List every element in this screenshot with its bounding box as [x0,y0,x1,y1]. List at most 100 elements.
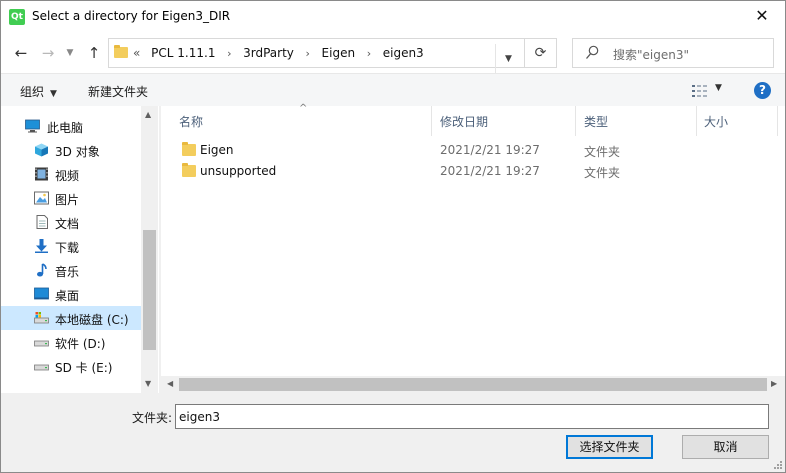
refresh-button[interactable]: ⟳ [525,38,557,68]
select-folder-button[interactable]: 选择文件夹 [566,435,653,459]
column-header-type[interactable]: 类型 [584,106,608,136]
sidebar-item-downloads[interactable]: 下载 [1,234,141,258]
scroll-down-icon[interactable]: ▼ [145,379,151,388]
command-toolbar: 组织 ▼ 新建文件夹 ▼ ? [1,73,785,106]
column-divider[interactable] [696,106,697,136]
download-icon [35,239,48,253]
column-header-size[interactable]: 大小 [704,106,728,136]
sidebar-item-label: 3D 对象 [55,145,100,159]
breadcrumb-separator-icon[interactable]: › [219,47,239,60]
file-dialog-window: Qt Select a directory for Eigen3_DIR ✕ ←… [0,0,786,473]
column-header-date-modified[interactable]: 修改日期 [440,106,488,136]
scroll-right-icon[interactable]: ▶ [771,379,777,388]
dialog-footer: 文件夹: 选择文件夹 取消 [1,393,785,472]
drive-c-icon [34,312,49,324]
folder-name-input[interactable] [175,404,769,429]
column-header-name[interactable]: 名称 [179,106,203,136]
up-button[interactable]: ↑ [84,42,104,64]
search-box[interactable]: 搜索"eigen3" [572,38,774,68]
sidebar-item-label: 视频 [55,169,80,183]
resize-grip-icon[interactable] [772,459,782,469]
breadcrumb-item-eigen3[interactable]: eigen3 [383,46,424,60]
breadcrumb-separator-icon[interactable]: › [359,47,379,60]
pictures-icon [34,191,49,205]
list-item[interactable]: unsupported 2021/2/21 19:27 文件夹 [161,161,761,182]
column-divider[interactable] [777,106,778,136]
back-button[interactable]: ← [11,42,31,64]
file-type: 文件夹 [584,166,621,180]
recent-locations-chevron-icon[interactable]: ▼ [63,42,77,64]
column-divider[interactable] [575,106,576,136]
sidebar-item-label: SD 卡 (E:) [55,361,113,375]
file-type: 文件夹 [584,145,621,159]
file-date: 2021/2/21 19:27 [440,164,540,178]
folder-icon [182,163,196,177]
window-title: Select a directory for Eigen3_DIR [32,9,231,23]
navigation-pane: 此电脑 3D 对象 视频 图片 文档 下载 音乐 桌面 本地磁盘 (C:) 软件… [1,106,159,393]
file-name: unsupported [200,164,277,178]
breadcrumb: « PCL 1.11.1 › 3rdParty › Eigen › eigen3 [133,46,424,60]
breadcrumb-separator-icon[interactable]: › [298,47,318,60]
sidebar-item-drive-d[interactable]: 软件 (D:) [1,330,141,354]
column-divider[interactable] [431,106,432,136]
new-folder-button[interactable]: 新建文件夹 [88,83,148,100]
forward-button[interactable]: → [38,42,58,64]
qt-app-icon: Qt [9,9,25,25]
sidebar-item-3d-objects[interactable]: 3D 对象 [1,138,141,162]
help-icon[interactable]: ? [754,82,771,99]
close-button[interactable]: ✕ [739,1,785,32]
search-input[interactable]: 搜索"eigen3" [613,46,689,63]
address-bar[interactable]: « PCL 1.11.1 › 3rdParty › Eigen › eigen3… [108,38,525,74]
sidebar-item-documents[interactable]: 文档 [1,210,141,234]
sort-ascending-icon: ^ [299,103,308,114]
chevron-down-icon: ▼ [50,89,57,99]
sidebar-item-drive-e[interactable]: SD 卡 (E:) [1,354,141,378]
sidebar-scrollbar[interactable]: ▲ ▼ [141,106,158,393]
breadcrumb-item-3rdparty[interactable]: 3rdParty [243,46,294,60]
sidebar-item-label: 图片 [55,193,80,207]
scrollbar-thumb[interactable] [179,378,767,391]
computer-icon [25,119,40,133]
sidebar-item-desktop[interactable]: 桌面 [1,282,141,306]
breadcrumb-overflow[interactable]: « [133,46,140,60]
sidebar-item-this-pc[interactable]: 此电脑 [1,114,141,138]
music-icon [37,263,47,277]
scrollbar-thumb[interactable] [143,230,156,350]
3d-objects-icon [35,143,48,157]
breadcrumb-item-pcl[interactable]: PCL 1.11.1 [151,46,215,60]
organize-label: 组织 [20,85,45,99]
sidebar-item-label: 音乐 [55,265,80,279]
sidebar-item-label: 本地磁盘 (C:) [55,313,129,327]
view-options-icon[interactable] [692,84,708,98]
navigation-row: ← → ▼ ↑ « PCL 1.11.1 › 3rdParty › Eigen … [1,33,785,74]
documents-icon [36,215,48,229]
folder-icon [114,45,128,58]
file-list: ^ 名称 修改日期 类型 大小 Eigen 2021/2/21 19:27 文件… [161,103,785,393]
organize-menu-button[interactable]: 组织 ▼ [20,83,57,100]
sidebar-item-videos[interactable]: 视频 [1,162,141,186]
search-icon [586,45,599,59]
sidebar-item-music[interactable]: 音乐 [1,258,141,282]
sidebar-item-label: 下载 [55,241,80,255]
title-bar: Qt Select a directory for Eigen3_DIR ✕ [1,1,785,33]
scroll-up-icon[interactable]: ▲ [145,110,151,119]
video-icon [35,167,48,181]
sidebar-item-label: 文档 [55,217,80,231]
sidebar-item-label: 软件 (D:) [55,337,106,351]
file-list-scrollbar[interactable]: ◀ ▶ [161,376,785,393]
folder-label: 文件夹: [132,411,173,425]
sidebar-item-label: 桌面 [55,289,80,303]
breadcrumb-item-eigen[interactable]: Eigen [322,46,356,60]
sidebar-item-pictures[interactable]: 图片 [1,186,141,210]
cancel-button[interactable]: 取消 [682,435,769,459]
scroll-left-icon[interactable]: ◀ [167,379,173,388]
address-dropdown-icon[interactable]: ▼ [495,44,521,74]
folder-icon [182,142,196,156]
drive-icon [34,340,49,347]
list-item[interactable]: Eigen 2021/2/21 19:27 文件夹 [161,140,761,161]
drive-icon [34,364,49,371]
sidebar-item-drive-c[interactable]: 本地磁盘 (C:) [1,306,141,330]
file-name: Eigen [200,143,234,157]
sidebar-item-label: 此电脑 [47,121,84,135]
view-options-chevron-icon[interactable]: ▼ [715,83,722,93]
